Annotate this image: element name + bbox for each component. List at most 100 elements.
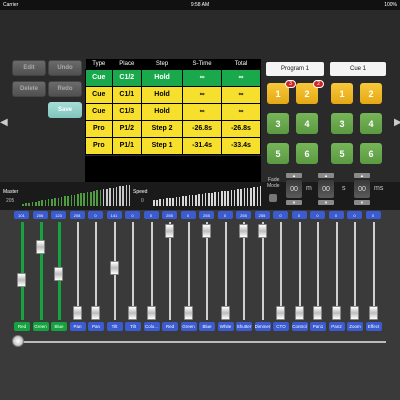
edit-button[interactable]: Edit (12, 60, 46, 76)
minutes-field[interactable]: 00 (286, 180, 302, 198)
channel-fader-knob[interactable] (128, 306, 137, 320)
milliseconds-field[interactable]: 00 (354, 180, 370, 198)
channel-label: Shutter (236, 322, 252, 331)
cue-cell-stime: ∞ (182, 68, 223, 87)
channel-fader-track[interactable] (21, 222, 24, 320)
channel-label: Red (14, 322, 30, 331)
milliseconds-up-button[interactable]: ▲ (354, 173, 370, 178)
cue-pad-3[interactable]: 3 (331, 113, 353, 134)
program-pad-4[interactable]: 4 (296, 113, 318, 134)
minutes-down-button[interactable]: ▼ (286, 200, 302, 205)
meter-bar (156, 199, 158, 206)
tab-cue[interactable]: Cue 1 (330, 62, 386, 76)
channel-fader-knob[interactable] (146, 306, 156, 320)
fade-mode-toggle[interactable] (269, 194, 277, 202)
program-pad-3[interactable]: 3 (267, 113, 289, 134)
cue-pad-4[interactable]: 4 (360, 113, 382, 134)
seconds-field[interactable]: 00 (318, 180, 334, 198)
table-row[interactable]: Cue C1/2 Hold ∞ ∞ (85, 68, 261, 87)
channel-value: 0 (217, 211, 233, 219)
page-scroll-track[interactable] (14, 341, 386, 343)
channel-fader-knob[interactable] (165, 224, 174, 238)
channel-label: Blue (51, 322, 67, 331)
delete-button[interactable]: Delete (12, 81, 46, 97)
channel-fader-knob[interactable] (109, 260, 119, 275)
meter-bar (70, 195, 73, 206)
cue-cell-type: Cue (85, 102, 113, 121)
channel-fader-knob[interactable] (220, 306, 230, 320)
table-row[interactable]: Pro P1/2 Step 2 -26.8s -26.8s (85, 119, 261, 138)
channel-fader-knob[interactable] (313, 306, 322, 320)
minutes-up-button[interactable]: ▲ (286, 173, 302, 178)
cue-cell-total: -26.8s (221, 119, 261, 138)
meter-bar (243, 188, 246, 206)
channel-fader-knob[interactable] (202, 224, 211, 238)
tab-program[interactable]: Program 1 (266, 62, 324, 76)
meter-bar (102, 189, 105, 206)
channel-value: 0 (347, 211, 362, 219)
meter-bar (195, 194, 197, 206)
pad-notification-badge: 2 (313, 80, 324, 88)
meter-bar (47, 199, 50, 206)
channel-fader-track[interactable] (39, 222, 43, 320)
cue-cell-place: C1/2 (111, 68, 143, 87)
meter-bar (77, 194, 79, 206)
program-pad-5[interactable]: 5 (267, 143, 289, 164)
undo-button[interactable]: Undo (48, 60, 82, 76)
redo-button[interactable]: Redo (48, 81, 82, 97)
channel-value: 141 (106, 211, 122, 219)
channel-fader-knob[interactable] (91, 306, 100, 320)
channel-fader-knob[interactable] (294, 306, 304, 320)
channel-fader-knob[interactable] (35, 239, 45, 254)
meter-bar (159, 199, 162, 206)
master-level-meter[interactable] (22, 184, 132, 206)
seconds-down-button[interactable]: ▼ (318, 200, 334, 205)
cue-pad-2[interactable]: 2 (360, 83, 382, 104)
cue-pad-6[interactable]: 6 (360, 143, 382, 164)
chevron-right-icon[interactable]: ▶ (394, 116, 400, 130)
table-row[interactable]: Pro P1/1 Step 1 -31.4s -33.4s (85, 136, 261, 155)
channel-fader-knob[interactable] (276, 306, 285, 320)
channel-label: Tilt (125, 322, 141, 331)
table-row[interactable]: Cue C1/1 Hold ∞ ∞ (85, 85, 261, 104)
channel-fader-knob[interactable] (239, 224, 248, 238)
channel-fader-knob[interactable] (54, 266, 63, 281)
meter-bar (237, 189, 239, 206)
meter-bar (162, 198, 165, 206)
meter-bar (253, 187, 255, 206)
channel-fader-knob[interactable] (183, 306, 193, 320)
clock: 9:58 AM (190, 2, 210, 8)
channel-fader-knob[interactable] (350, 306, 359, 320)
meter-bar (109, 188, 111, 206)
channel-fader-knob[interactable] (257, 224, 267, 238)
cue-cell-total: ∞ (221, 85, 261, 104)
cue-pad-1[interactable]: 1 (331, 83, 353, 104)
cue-pad-5[interactable]: 5 (331, 143, 353, 164)
channel-fader-knob[interactable] (72, 306, 82, 320)
cue-cell-stime: ∞ (182, 85, 223, 104)
channel-fader-knob[interactable] (368, 306, 378, 320)
meter-bar (31, 202, 34, 206)
cue-cell-stime: ∞ (182, 102, 223, 121)
channel-value: 0 (180, 211, 196, 219)
chevron-left-icon[interactable]: ◀ (0, 116, 8, 130)
channel-fader-knob[interactable] (331, 306, 341, 320)
meter-bar (44, 199, 47, 206)
meter-bar (28, 202, 31, 206)
speed-level-meter[interactable] (153, 184, 263, 206)
col-header-stime: S-Time (182, 59, 222, 69)
program-pad-6[interactable]: 6 (296, 143, 318, 164)
channel-label: Green (180, 322, 197, 331)
meter-bar (204, 193, 207, 206)
save-button[interactable]: Save (48, 102, 82, 118)
page-scroll-handle[interactable] (12, 335, 24, 347)
cue-cell-total: ∞ (221, 68, 261, 87)
cue-cell-step: Hold (141, 102, 184, 121)
seconds-up-button[interactable]: ▲ (318, 173, 334, 178)
channel-fader-knob[interactable] (17, 273, 26, 288)
table-row[interactable]: Cue C1/3 Hold ∞ ∞ (85, 102, 261, 121)
meter-bar (211, 192, 213, 206)
meter-bar (256, 186, 259, 206)
milliseconds-down-button[interactable]: ▼ (354, 200, 370, 205)
channel-value: 206 (32, 211, 48, 219)
